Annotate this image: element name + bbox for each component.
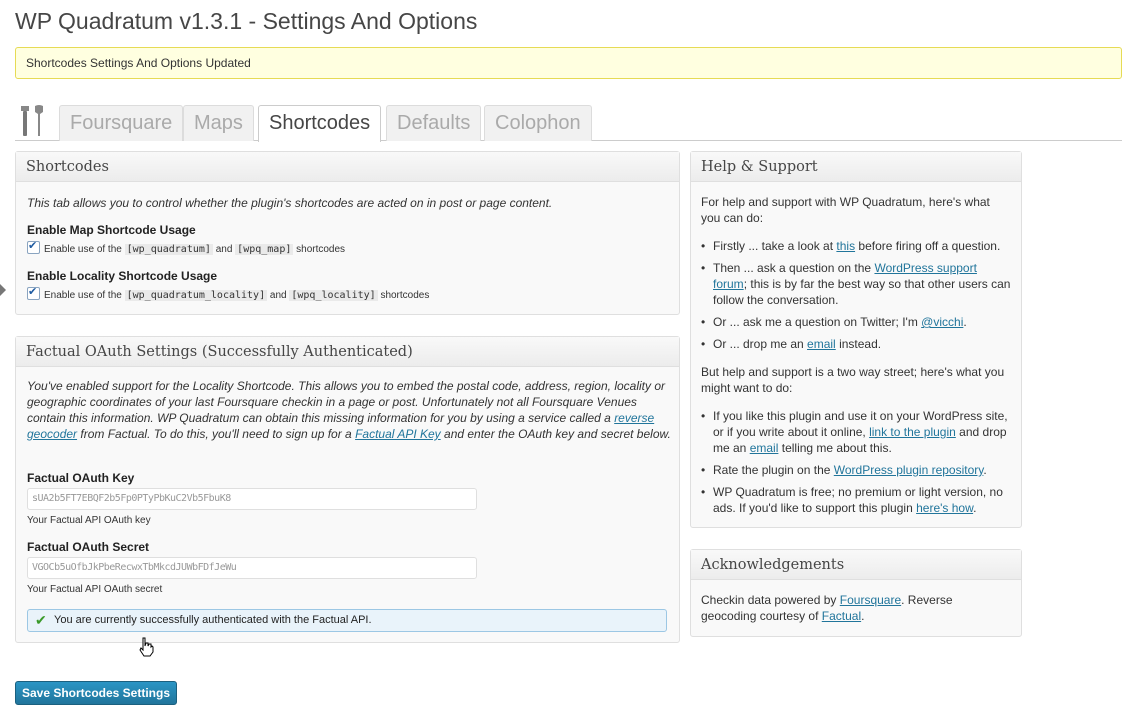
locality-shortcode-row: Enable use of the [wp_quadratum_locality… (27, 285, 430, 301)
help-item: Or ... ask me a question on Twitter; I'm… (701, 314, 1013, 330)
twitter-link[interactable]: @vicchi (921, 315, 963, 329)
email-link-2[interactable]: email (750, 441, 779, 455)
email-link[interactable]: email (807, 337, 836, 351)
map-code-1: [wp_quadratum] (124, 244, 213, 255)
auth-success-message: ✔ You are currently successfully authent… (27, 609, 667, 632)
ack-text: Checkin data powered by Foursquare. Reve… (701, 593, 953, 623)
help-item: Or ... drop me an email instead. (701, 336, 1013, 352)
shortcodes-intro: This tab allows you to control whether t… (27, 196, 553, 210)
oauth-secret-input[interactable]: VGOCb5uOfbJkPbeRecwxTbMkcdJUWbFDfJeWu (27, 557, 477, 579)
oauth-key-help: Your Factual API OAuth key (27, 515, 151, 526)
this-link[interactable]: this (836, 239, 855, 253)
map-shortcode-heading: Enable Map Shortcode Usage (27, 223, 196, 237)
factual-intro: You've enabled support for the Locality … (27, 378, 672, 442)
acknowledgements-box: Acknowledgements Checkin data powered by… (690, 549, 1022, 637)
oauth-secret-label: Factual OAuth Secret (27, 540, 150, 554)
collapse-arrow-icon[interactable] (0, 284, 6, 296)
locality-code-1: [wp_quadratum_locality] (124, 290, 268, 301)
page-title: WP Quadratum v1.3.1 - Settings And Optio… (15, 8, 478, 34)
help-item: Then ... ask a question on the WordPress… (701, 260, 1013, 308)
help-box-title: Help & Support (691, 152, 1021, 182)
update-notice: Shortcodes Settings And Options Updated (15, 47, 1122, 79)
factual-box-title: Factual OAuth Settings (Successfully Aut… (16, 337, 679, 367)
locality-shortcode-checkbox[interactable] (27, 285, 40, 300)
help-item: If you like this plugin and use it on yo… (701, 408, 1013, 456)
map-pre-text: Enable use of the (44, 244, 122, 255)
factual-intro-text-1: You've enabled support for the Locality … (27, 379, 665, 425)
help-item: Rate the plugin on the WordPress plugin … (701, 462, 1013, 478)
locality-pre-text: Enable use of the (44, 290, 122, 301)
checkmark-icon: ✔ (35, 612, 47, 628)
map-mid-text: and (215, 244, 233, 255)
map-shortcode-row: Enable use of the [wp_quadratum] and [wp… (27, 239, 346, 255)
factual-api-key-link[interactable]: Factual API Key (355, 427, 441, 441)
factual-intro-text-3: and enter the OAuth key and secret below… (444, 427, 671, 441)
shortcodes-box-title: Shortcodes (16, 152, 679, 182)
tab-foursquare[interactable]: Foursquare (59, 105, 184, 141)
help-intro-2: But help and support is a two way street… (701, 365, 1005, 395)
oauth-secret-help: Your Factual API OAuth secret (27, 584, 163, 595)
help-item: WP Quadratum is free; no premium or ligh… (701, 484, 1013, 516)
plugin-link[interactable]: link to the plugin (869, 425, 956, 439)
map-code-2: [wpq_map] (235, 244, 294, 255)
hand-cursor-icon (139, 637, 154, 657)
heres-how-link[interactable]: here's how (916, 501, 973, 515)
tools-icon (21, 105, 43, 136)
tab-shortcodes[interactable]: Shortcodes (258, 105, 382, 142)
shortcodes-box: Shortcodes This tab allows you to contro… (15, 151, 680, 315)
tab-maps[interactable]: Maps (183, 105, 254, 141)
ack-box-title: Acknowledgements (691, 550, 1021, 580)
factual-oauth-box: Factual OAuth Settings (Successfully Aut… (15, 336, 680, 643)
auth-success-text: You are currently successfully authentic… (54, 614, 372, 626)
tab-colophon[interactable]: Colophon (484, 105, 592, 141)
save-shortcodes-settings-button[interactable]: Save Shortcodes Settings (15, 681, 177, 705)
help-intro: For help and support with WP Quadratum, … (701, 195, 990, 225)
locality-mid-text: and (269, 290, 287, 301)
help-support-box: Help & Support For help and support with… (690, 151, 1022, 528)
oauth-key-input[interactable]: sUA2b5FT7EBQF2b5Fp0PTyPbKuC2Vb5FbuK8 (27, 488, 477, 510)
factual-link[interactable]: Factual (822, 609, 861, 623)
plugin-repository-link[interactable]: WordPress plugin repository (834, 463, 984, 477)
map-post-text: shortcodes (296, 244, 346, 255)
map-shortcode-checkbox[interactable] (27, 239, 40, 254)
help-item: Firstly ... take a look at this before f… (701, 238, 1013, 254)
factual-intro-text-2: from Factual. To do this, you'll need to… (80, 427, 352, 441)
oauth-key-label: Factual OAuth Key (27, 471, 135, 485)
foursquare-link[interactable]: Foursquare (840, 593, 901, 607)
tab-defaults[interactable]: Defaults (386, 105, 482, 141)
locality-post-text: shortcodes (380, 290, 430, 301)
notice-text: Shortcodes Settings And Options Updated (26, 56, 251, 70)
locality-shortcode-heading: Enable Locality Shortcode Usage (27, 269, 218, 283)
locality-code-2: [wpq_locality] (289, 290, 378, 301)
